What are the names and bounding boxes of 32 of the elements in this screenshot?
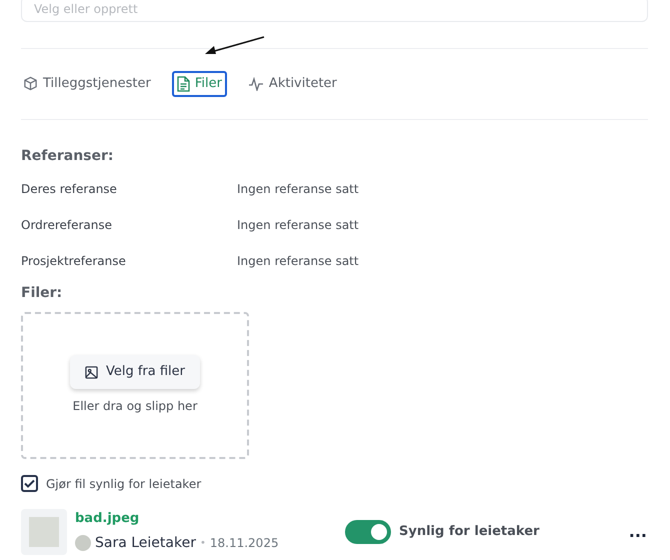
checkbox-label: Gjør fil synlig for leietaker	[46, 476, 202, 492]
file-name-link[interactable]: bad.jpeg	[75, 509, 345, 529]
visibility-toggle[interactable]	[345, 520, 391, 544]
reference-label: Prosjektreferanse	[21, 252, 127, 270]
tab[interactable]: Filer	[172, 71, 227, 96]
upload-date: 18.11.2025	[210, 535, 279, 552]
drop-zone[interactable]: Velg fra filer Eller dra og slipp her	[21, 312, 249, 458]
select-field[interactable]: Velg eller opprett	[21, 0, 648, 22]
activity-icon	[248, 76, 264, 91]
more-menu-button[interactable]: ...	[628, 518, 648, 544]
reference-value: Ingen referanse satt	[237, 180, 359, 198]
section-heading: Filer:	[21, 284, 64, 302]
reference-value: Ingen referanse satt	[237, 252, 359, 270]
image-icon	[84, 366, 98, 378]
tab[interactable]: Tilleggstjenester	[18, 71, 156, 96]
photo-placeholder	[29, 516, 59, 546]
reference-label: Ordrereferanse	[21, 216, 114, 234]
author-name: Sara Leietaker	[95, 534, 196, 553]
separator-dot: •	[200, 536, 206, 551]
avatar	[75, 535, 91, 552]
reference-label: Deres referanse	[21, 180, 118, 198]
reference-value: Ingen referanse satt	[237, 216, 359, 234]
checkbox[interactable]	[21, 475, 38, 492]
tab[interactable]: Aktiviteter	[242, 71, 342, 96]
toggle-label: Synlig for leietaker	[399, 522, 540, 541]
cube-icon	[23, 76, 38, 92]
annotation-arrow	[203, 36, 265, 56]
document-icon	[176, 76, 190, 92]
choose-files-button[interactable]: Velg fra filer	[70, 355, 200, 389]
drop-hint: Eller dra og slipp her	[72, 398, 198, 415]
section-heading: Referanser:	[21, 146, 115, 166]
checkmark-icon	[24, 479, 35, 488]
